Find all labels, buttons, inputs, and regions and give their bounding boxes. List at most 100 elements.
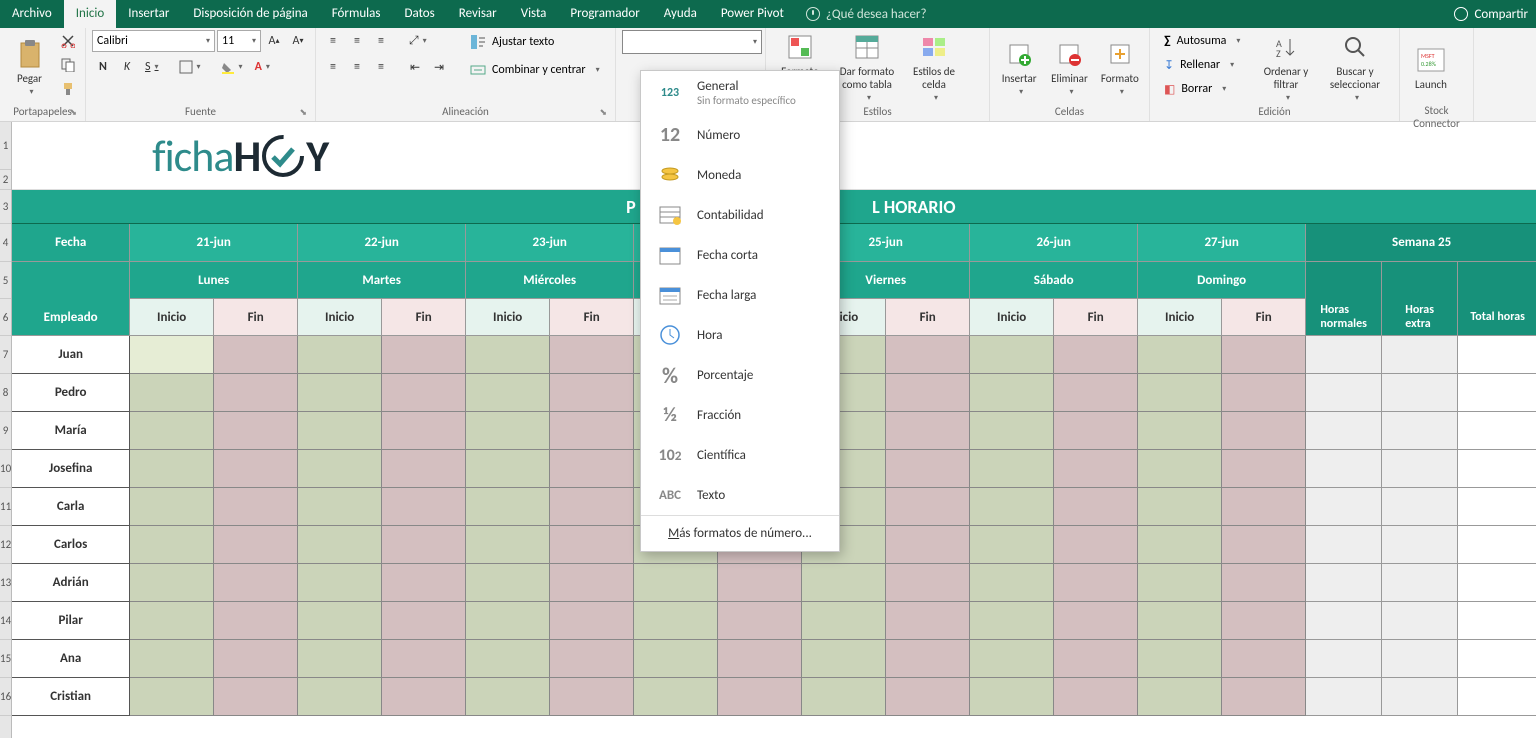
fin-cell[interactable] (1054, 336, 1138, 374)
fin-cell[interactable] (1054, 678, 1138, 716)
fin-cell[interactable] (550, 526, 634, 564)
fin-cell[interactable] (1222, 678, 1306, 716)
horas-normales-cell[interactable] (1306, 640, 1382, 678)
fin-cell[interactable] (886, 526, 970, 564)
fin-cell[interactable] (1222, 564, 1306, 602)
inicio-cell[interactable] (970, 336, 1054, 374)
fin-cell[interactable] (214, 412, 298, 450)
row-header[interactable]: 9 (0, 412, 11, 450)
fin-cell[interactable] (1222, 640, 1306, 678)
horas-extra-cell[interactable] (1382, 412, 1458, 450)
row-header[interactable]: 7 (0, 336, 11, 374)
employee-cell[interactable]: Pedro (12, 374, 130, 412)
format-painter-button[interactable] (57, 78, 79, 100)
horas-normales-cell[interactable] (1306, 374, 1382, 412)
horas-normales-cell[interactable] (1306, 564, 1382, 602)
inicio-cell[interactable] (466, 564, 550, 602)
row-header[interactable]: 10 (0, 450, 11, 488)
tell-me-search[interactable]: ¿Qué desea hacer? (806, 7, 927, 22)
horas-extra-cell[interactable] (1382, 564, 1458, 602)
inicio-cell[interactable] (1138, 336, 1222, 374)
decrease-indent-button[interactable]: ⇤ (404, 56, 426, 78)
inicio-cell[interactable] (802, 564, 886, 602)
decrease-font-button[interactable]: A▾ (287, 30, 309, 52)
tab-ayuda[interactable]: Ayuda (652, 0, 709, 28)
row-header[interactable]: 15 (0, 640, 11, 678)
row-header[interactable]: 2 (0, 170, 11, 190)
inicio-cell[interactable] (1138, 412, 1222, 450)
align-center-button[interactable]: ≡ (346, 56, 368, 78)
inicio-cell[interactable] (1138, 526, 1222, 564)
fin-cell[interactable] (550, 602, 634, 640)
fin-cell[interactable] (886, 488, 970, 526)
inicio-cell[interactable] (466, 488, 550, 526)
fin-cell[interactable] (1222, 374, 1306, 412)
border-button[interactable]: ▾ (174, 56, 206, 78)
inicio-cell[interactable] (1138, 678, 1222, 716)
fin-cell[interactable] (550, 678, 634, 716)
fin-cell[interactable] (550, 488, 634, 526)
paste-button[interactable]: Pegar ▾ (6, 30, 53, 104)
numfmt-fecha-larga[interactable]: Fecha larga (641, 275, 839, 315)
font-color-button[interactable]: A▾ (250, 56, 275, 78)
inicio-cell[interactable] (970, 602, 1054, 640)
fin-cell[interactable] (1222, 488, 1306, 526)
fin-cell[interactable] (214, 374, 298, 412)
numfmt-fecha-corta[interactable]: Fecha corta (641, 235, 839, 275)
fin-cell[interactable] (214, 602, 298, 640)
fin-cell[interactable] (550, 374, 634, 412)
fin-cell[interactable] (214, 488, 298, 526)
inicio-cell[interactable] (130, 602, 214, 640)
inicio-cell[interactable] (970, 564, 1054, 602)
increase-indent-button[interactable]: ⇥ (428, 56, 450, 78)
orientation-button[interactable]: ⤢▾ (404, 30, 432, 52)
inicio-cell[interactable] (466, 602, 550, 640)
tab-inicio[interactable]: Inicio (64, 0, 116, 28)
underline-button[interactable]: S▾ (140, 56, 164, 78)
fill-color-button[interactable]: ▾ (216, 56, 248, 78)
fin-cell[interactable] (718, 602, 802, 640)
fin-cell[interactable] (382, 450, 466, 488)
inicio-cell[interactable] (1138, 374, 1222, 412)
inicio-cell[interactable] (466, 450, 550, 488)
tab-formulas[interactable]: Fórmulas (320, 0, 393, 28)
numfmt-porcentaje[interactable]: %Porcentaje (641, 355, 839, 395)
align-middle-button[interactable]: ≡ (346, 30, 368, 52)
launch-button[interactable]: MSFT0.28% Launch (1406, 30, 1456, 104)
inicio-cell[interactable] (970, 374, 1054, 412)
fin-cell[interactable] (214, 336, 298, 374)
fin-cell[interactable] (1054, 640, 1138, 678)
italic-button[interactable]: K (116, 56, 138, 78)
delete-cells-button[interactable]: Eliminar▾ (1046, 30, 1092, 104)
total-horas-cell[interactable] (1458, 640, 1536, 678)
numfmt-moneda[interactable]: Moneda (641, 155, 839, 195)
fin-cell[interactable] (1222, 526, 1306, 564)
inicio-cell[interactable] (970, 678, 1054, 716)
fin-cell[interactable] (382, 564, 466, 602)
tab-programador[interactable]: Programador (558, 0, 651, 28)
horas-extra-cell[interactable] (1382, 640, 1458, 678)
inicio-cell[interactable] (298, 336, 382, 374)
tab-powerpivot[interactable]: Power Pivot (709, 0, 796, 28)
inicio-cell[interactable] (634, 602, 718, 640)
inicio-cell[interactable] (130, 412, 214, 450)
inicio-cell[interactable] (1138, 564, 1222, 602)
fin-cell[interactable] (1054, 526, 1138, 564)
fin-cell[interactable] (1222, 450, 1306, 488)
horas-normales-cell[interactable] (1306, 678, 1382, 716)
inicio-cell[interactable] (298, 602, 382, 640)
inicio-cell[interactable] (298, 564, 382, 602)
employee-cell[interactable]: Josefina (12, 450, 130, 488)
find-select-button[interactable]: Buscar y seleccionar▾ (1320, 30, 1390, 104)
inicio-cell[interactable] (802, 640, 886, 678)
inicio-cell[interactable] (634, 640, 718, 678)
increase-font-button[interactable]: A▴ (263, 30, 285, 52)
total-horas-cell[interactable] (1458, 678, 1536, 716)
employee-cell[interactable]: Adrián (12, 564, 130, 602)
fin-cell[interactable] (1054, 374, 1138, 412)
total-horas-cell[interactable] (1458, 412, 1536, 450)
inicio-cell[interactable] (634, 564, 718, 602)
tab-revisar[interactable]: Revisar (447, 0, 509, 28)
fin-cell[interactable] (550, 450, 634, 488)
fin-cell[interactable] (382, 526, 466, 564)
